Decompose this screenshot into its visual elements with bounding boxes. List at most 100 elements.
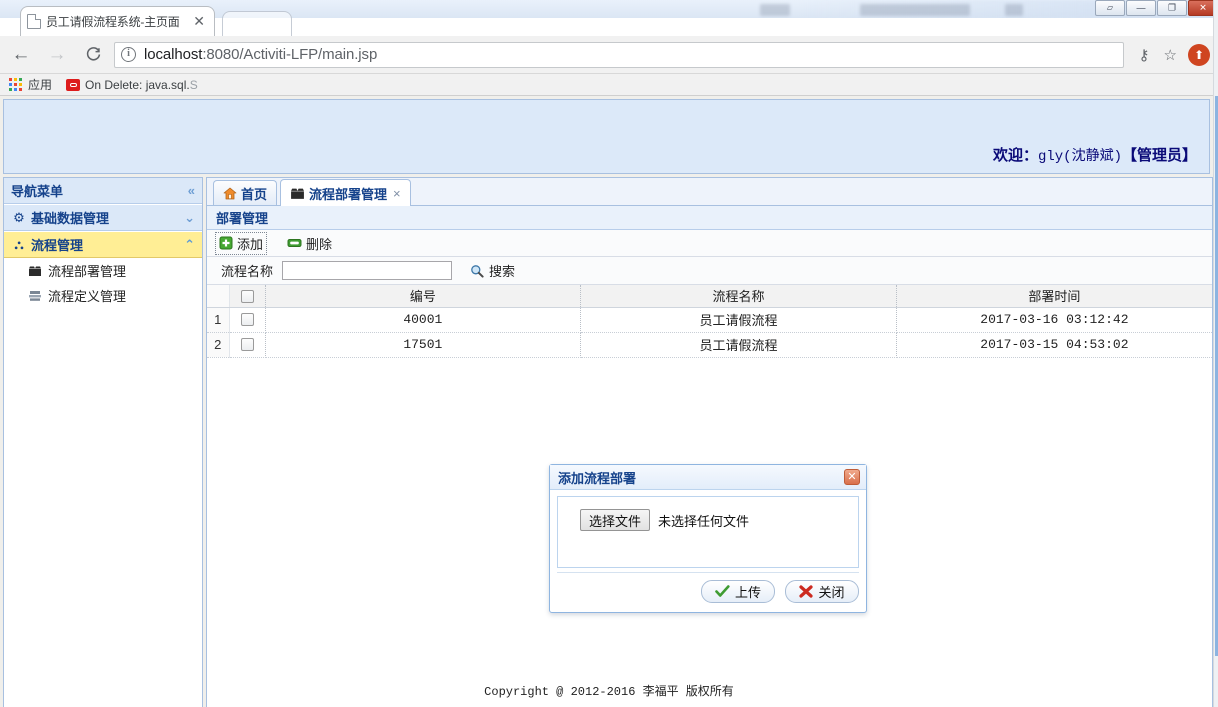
delete-icon <box>287 237 302 249</box>
sidebar: 导航菜单 « ⚙ 基础数据管理 ⌄ ⛬ 流程管理 ⌃ 流程部署管理 流程定义管理 <box>3 177 203 707</box>
tab-process-deploy-label: 流程部署管理 <box>309 186 388 202</box>
delete-button[interactable]: 删除 <box>284 233 335 254</box>
browser-tab-title: 员工请假流程系统-主页面 <box>46 15 180 29</box>
welcome-role: 【管理员】 <box>1121 147 1197 164</box>
sidebar-group-label: 流程管理 <box>31 238 84 253</box>
chevron-up-icon[interactable]: ⌃ <box>184 237 195 253</box>
close-button[interactable]: 关闭 <box>785 580 859 603</box>
column-header-time[interactable]: 部署时间 <box>896 285 1212 308</box>
row-number: 2 <box>207 332 230 358</box>
row-number: 1 <box>207 307 230 333</box>
oracle-icon <box>66 78 81 91</box>
main-panel: 首页 流程部署管理 × 部署管理 添加 删除 流程名称 搜索 编号 流程名称 部… <box>206 177 1213 707</box>
package-icon <box>26 265 43 277</box>
package-icon <box>290 187 305 200</box>
content-tabbar: 首页 流程部署管理 × <box>207 178 1212 206</box>
panel-title: 部署管理 <box>207 206 1212 230</box>
cell-time: 2017-03-15 04:53:02 <box>896 332 1212 358</box>
bookmark-star-icon[interactable]: ☆ <box>1164 46 1177 64</box>
sidebar-group-body: 流程部署管理 流程定义管理 <box>4 258 202 308</box>
bookmark-on-delete-label: On Delete: java.sql. <box>85 77 190 92</box>
table-head: 编号 流程名称 部署时间 <box>207 285 1212 308</box>
footer-copyright: Copyright @ 2012-2016 李福平 版权所有 <box>484 685 734 699</box>
bookmarks-bar: 应用 On Delete: java.sql. S <box>0 74 1218 96</box>
reload-icon[interactable] <box>78 40 108 70</box>
row-checkbox-cell[interactable] <box>229 332 266 358</box>
sidebar-group-process[interactable]: ⛬ 流程管理 ⌃ <box>4 231 202 258</box>
close-button-label: 关闭 <box>818 585 845 600</box>
row-number-header <box>207 285 230 308</box>
check-icon <box>715 585 730 598</box>
add-icon <box>219 236 233 250</box>
cell-name: 员工请假流程 <box>580 307 897 333</box>
site-info-icon[interactable]: i <box>121 47 136 62</box>
cross-icon <box>799 585 814 598</box>
apps-grid-icon <box>9 78 22 91</box>
background-browser-tab[interactable] <box>222 11 292 36</box>
column-header-name[interactable]: 流程名称 <box>580 285 897 308</box>
sidebar-group-basic-data[interactable]: ⚙ 基础数据管理 ⌄ <box>4 204 202 231</box>
bookmark-apps-label: 应用 <box>28 78 53 92</box>
browser-tabstrip: 员工请假流程系统-主页面 ✕ <box>0 0 1218 36</box>
tab-home[interactable]: 首页 <box>213 180 278 205</box>
sidebar-item-process-definition[interactable]: 流程定义管理 <box>4 283 202 308</box>
page-scrollbar[interactable] <box>1213 0 1218 707</box>
web-page: 欢迎：gly(沈静斌)【管理员】 导航菜单 « ⚙ 基础数据管理 ⌄ ⛬ 流程管… <box>0 96 1218 707</box>
sidebar-group-label: 基础数据管理 <box>31 211 110 226</box>
close-icon[interactable]: ✕ <box>844 469 860 485</box>
sidebar-item-label: 流程部署管理 <box>48 264 127 279</box>
row-checkbox-cell[interactable] <box>229 307 266 333</box>
add-button[interactable]: 添加 <box>214 231 268 255</box>
app-header-banner: 欢迎：gly(沈静斌)【管理员】 <box>3 99 1210 174</box>
search-input[interactable] <box>282 261 453 280</box>
sidebar-item-process-deploy[interactable]: 流程部署管理 <box>4 258 202 283</box>
cell-id: 40001 <box>265 307 582 333</box>
choose-file-button[interactable]: 选择文件 <box>580 509 651 531</box>
address-bar-url: localhost:8080/Activiti-LFP/main.jsp <box>144 46 377 63</box>
page-icon <box>27 14 41 29</box>
table-row[interactable]: 2 17501 员工请假流程 2017-03-15 04:53:02 <box>207 332 1212 358</box>
upload-button[interactable]: 上传 <box>701 580 775 603</box>
collapse-icon[interactable]: « <box>188 183 195 198</box>
close-icon[interactable]: × <box>393 186 401 201</box>
browser-tab-active[interactable]: 员工请假流程系统-主页面 ✕ <box>20 6 215 36</box>
sitemap-icon: ⛬ <box>14 236 24 252</box>
tab-process-deploy[interactable]: 流程部署管理 × <box>280 179 411 206</box>
url-host: localhost <box>144 46 203 63</box>
add-deployment-dialog: 添加流程部署 ✕ 选择文件 未选择任何文件 上传 关闭 <box>549 464 867 613</box>
dialog-body: 选择文件 未选择任何文件 <box>557 496 859 568</box>
welcome-prefix: 欢迎： <box>992 147 1038 164</box>
tab-home-label: 首页 <box>241 186 268 202</box>
home-icon <box>223 187 237 200</box>
column-header-id[interactable]: 编号 <box>265 285 582 308</box>
bookmark-on-delete[interactable]: On Delete: java.sql. S <box>66 78 198 92</box>
search-button[interactable]: 搜索 <box>470 261 515 280</box>
back-icon[interactable]: ← <box>6 40 36 70</box>
toolbar-right-group: ⚷ ☆ ⬆ <box>1132 43 1218 66</box>
search-bar: 流程名称 搜索 <box>207 257 1212 285</box>
upload-button-label: 上传 <box>734 585 761 600</box>
checkbox-icon[interactable] <box>240 290 254 304</box>
close-icon[interactable]: ✕ <box>190 13 208 30</box>
file-status-label: 未选择任何文件 <box>658 513 750 529</box>
checkbox-icon[interactable] <box>240 313 254 327</box>
checkbox-icon[interactable] <box>240 338 254 352</box>
deployment-table: 编号 流程名称 部署时间 1 40001 员工请假流程 2017-03-16 0… <box>207 285 1212 358</box>
url-path: :8080/Activiti-LFP/main.jsp <box>202 46 378 63</box>
table-header-row: 编号 流程名称 部署时间 <box>207 285 1212 308</box>
search-label: 流程名称 <box>221 264 274 279</box>
chevron-down-icon[interactable]: ⌄ <box>184 210 195 226</box>
bookmark-on-delete-label-faded: S <box>189 77 198 92</box>
bookmark-apps[interactable]: 应用 <box>9 76 52 93</box>
address-bar[interactable]: i localhost:8080/Activiti-LFP/main.jsp <box>114 41 1124 68</box>
table-row[interactable]: 1 40001 员工请假流程 2017-03-16 03:12:42 <box>207 307 1212 333</box>
add-button-label: 添加 <box>237 236 264 252</box>
key-icon[interactable]: ⚷ <box>1139 46 1150 64</box>
sidebar-title: 导航菜单 « <box>4 178 202 204</box>
search-button-label: 搜索 <box>489 264 516 279</box>
select-all-header <box>229 285 266 308</box>
update-avatar-icon[interactable]: ⬆ <box>1188 43 1210 66</box>
table-body: 1 40001 员工请假流程 2017-03-16 03:12:42 2 175… <box>207 307 1212 358</box>
cell-id: 17501 <box>265 332 582 358</box>
forward-icon[interactable]: → <box>42 40 72 70</box>
